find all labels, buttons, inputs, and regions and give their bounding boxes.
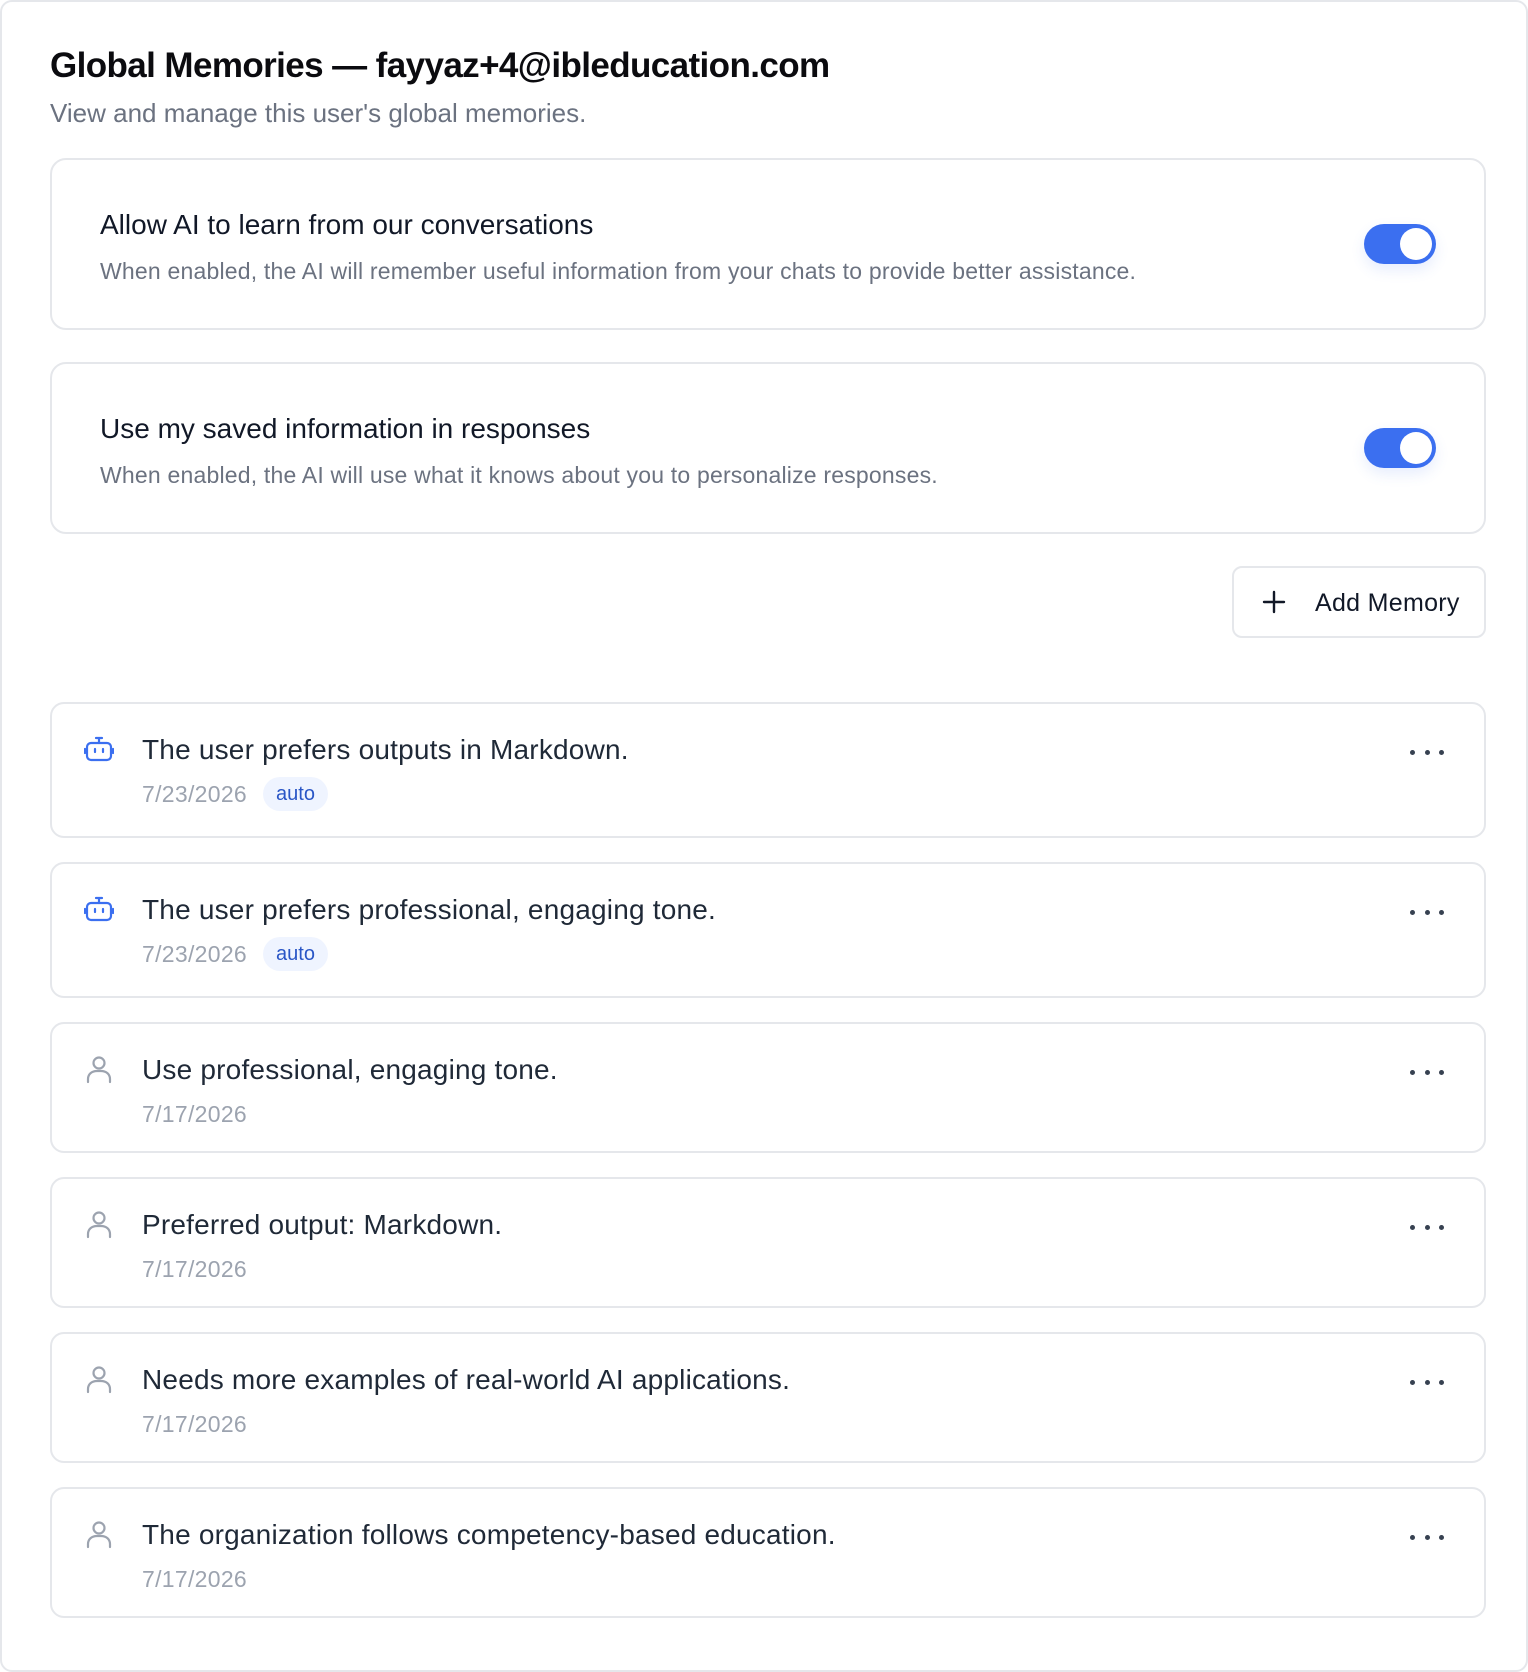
dot — [1424, 749, 1430, 755]
setting-learn-from-conversations: Allow AI to learn from our conversations… — [50, 158, 1486, 330]
dot — [1439, 1224, 1444, 1230]
user-icon — [86, 1366, 112, 1394]
dot — [1439, 909, 1444, 915]
more-options-button[interactable] — [1410, 742, 1444, 762]
memory-item: Use professional, engaging tone. 7/17/20… — [50, 1022, 1486, 1153]
more-options-button[interactable] — [1410, 1062, 1444, 1082]
add-memory-button[interactable]: Add Memory — [1232, 566, 1486, 638]
dot — [1410, 749, 1415, 755]
memory-text: The user prefers professional, engaging … — [142, 894, 717, 925]
robot-icon — [84, 736, 114, 762]
memory-date: 7/17/2026 — [142, 1256, 248, 1282]
memory-date: 7/17/2026 — [142, 1101, 248, 1127]
actions-row: Add Memory — [50, 566, 1486, 638]
memory-meta: 7/17/2026 — [142, 1251, 247, 1287]
dot — [1424, 1379, 1430, 1385]
plus-icon — [1262, 590, 1286, 614]
memory-list: The user prefers outputs in Markdown. 7/… — [50, 702, 1486, 1618]
memory-date: 7/17/2026 — [142, 1566, 248, 1592]
memory-meta: 7/23/2026 auto — [142, 936, 328, 972]
memory-meta: 7/17/2026 — [142, 1561, 247, 1597]
dot — [1424, 1069, 1430, 1075]
dot — [1439, 1379, 1444, 1385]
dot — [1439, 1069, 1444, 1075]
memory-item: Preferred output: Markdown. 7/17/2026 — [50, 1177, 1486, 1308]
toggle-knob — [1400, 228, 1432, 260]
more-options-button[interactable] — [1410, 1217, 1444, 1237]
setting-title: Allow AI to learn from our conversations — [100, 209, 594, 240]
memory-text: The user prefers outputs in Markdown. — [142, 734, 629, 765]
more-options-button[interactable] — [1410, 1527, 1444, 1547]
memory-date: 7/23/2026 — [142, 781, 248, 807]
memory-text: Use professional, engaging tone. — [142, 1054, 558, 1085]
memory-text: Preferred output: Markdown. — [142, 1209, 503, 1240]
dot — [1424, 909, 1430, 915]
setting-description: When enabled, the AI will use what it kn… — [100, 462, 938, 488]
dot — [1439, 749, 1444, 755]
dot — [1410, 909, 1415, 915]
global-memories-panel: Global Memories — fayyaz+4@ibleducation.… — [0, 0, 1528, 1672]
dot — [1410, 1379, 1415, 1385]
setting-description: When enabled, the AI will remember usefu… — [100, 258, 1137, 284]
page-subtitle: View and manage this user's global memor… — [50, 98, 587, 128]
user-icon — [86, 1056, 112, 1084]
robot-icon — [84, 896, 114, 922]
use-saved-information-toggle[interactable] — [1364, 428, 1436, 468]
page-title: Global Memories — fayyaz+4@ibleducation.… — [50, 46, 830, 85]
add-memory-label: Add Memory — [1315, 589, 1460, 617]
memory-item: The user prefers professional, engaging … — [50, 862, 1486, 998]
panel-content: Global Memories — fayyaz+4@ibleducation.… — [50, 44, 1486, 1618]
memory-date: 7/23/2026 — [142, 941, 248, 967]
memory-text: The organization follows competency-base… — [142, 1519, 836, 1550]
memory-meta: 7/23/2026 auto — [142, 776, 328, 812]
toggle-knob — [1400, 432, 1432, 464]
user-icon — [86, 1211, 112, 1239]
dot — [1439, 1534, 1444, 1540]
more-options-button[interactable] — [1410, 902, 1444, 922]
memory-item: Needs more examples of real-world AI app… — [50, 1332, 1486, 1463]
setting-use-saved-information: Use my saved information in responses Wh… — [50, 362, 1486, 534]
learn-from-conversations-toggle[interactable] — [1364, 224, 1436, 264]
dot — [1424, 1534, 1430, 1540]
memory-date: 7/17/2026 — [142, 1411, 248, 1437]
auto-badge: auto — [263, 937, 328, 971]
dot — [1410, 1224, 1415, 1230]
memory-meta: 7/17/2026 — [142, 1406, 247, 1442]
memory-item: The user prefers outputs in Markdown. 7/… — [50, 702, 1486, 838]
setting-title: Use my saved information in responses — [100, 413, 591, 444]
dot — [1410, 1534, 1415, 1540]
dot — [1410, 1069, 1415, 1075]
auto-badge: auto — [263, 777, 328, 811]
memory-meta: 7/17/2026 — [142, 1096, 247, 1132]
memory-item: The organization follows competency-base… — [50, 1487, 1486, 1618]
user-icon — [86, 1521, 112, 1549]
more-options-button[interactable] — [1410, 1372, 1444, 1392]
dot — [1424, 1224, 1430, 1230]
memory-text: Needs more examples of real-world AI app… — [142, 1364, 791, 1395]
